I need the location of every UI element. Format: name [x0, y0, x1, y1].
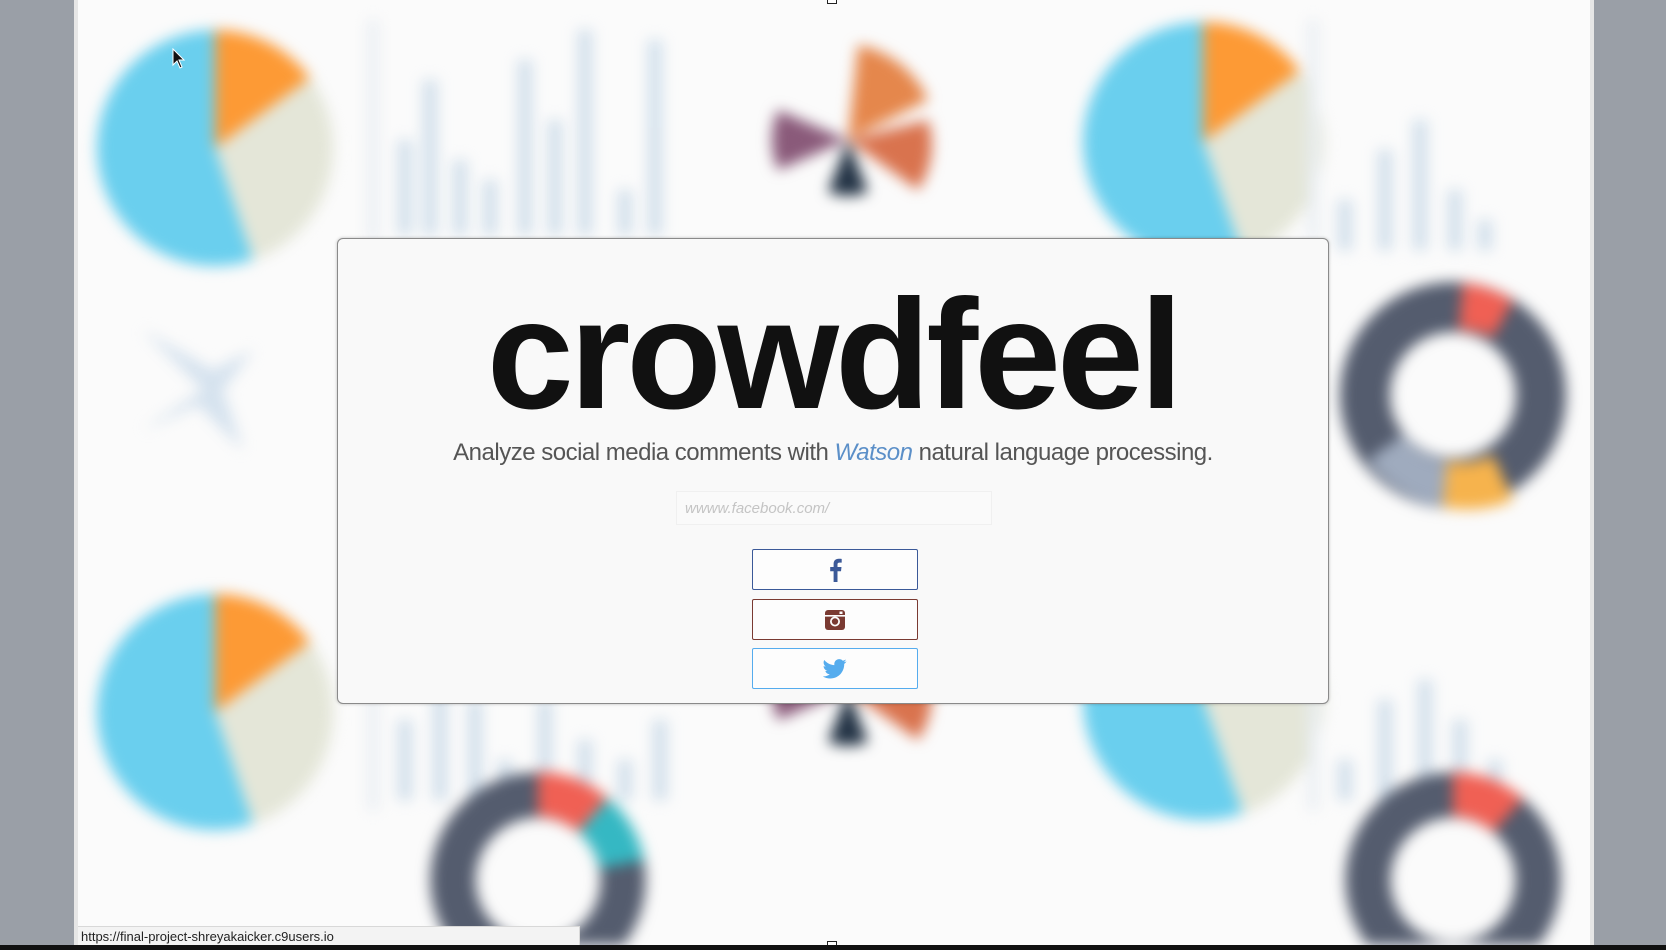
- tagline: Analyze social media comments with Watso…: [338, 439, 1328, 467]
- window-bottom-edge: [0, 945, 1666, 950]
- mouse-cursor-icon: [172, 47, 186, 75]
- brand-title: crowdfeel: [486, 268, 1183, 442]
- window-frame-right: [1590, 0, 1594, 945]
- facebook-icon: [828, 558, 842, 582]
- landing-card: crowdfeel Analyze social media comments …: [337, 238, 1329, 704]
- instagram-button[interactable]: [752, 599, 918, 640]
- watson-link[interactable]: Watson: [835, 439, 913, 466]
- url-input[interactable]: [676, 491, 992, 525]
- twitter-icon: [823, 658, 847, 679]
- facebook-button[interactable]: [752, 549, 918, 590]
- tagline-text-end: natural language processing.: [912, 439, 1214, 466]
- status-bar-link-url: https://final-project-shreyakaicker.c9us…: [78, 926, 580, 945]
- twitter-button[interactable]: [752, 648, 918, 689]
- tagline-text-start: Analyze social media comments with: [453, 439, 835, 466]
- window-resize-handle-top[interactable]: [827, 0, 837, 4]
- instagram-icon: [824, 609, 846, 631]
